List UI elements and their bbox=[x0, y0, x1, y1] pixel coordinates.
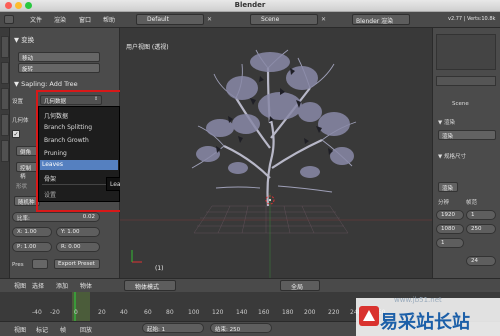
screen-layout-close-icon[interactable]: ✕ bbox=[205, 15, 214, 24]
preset-button[interactable]: 渲染 bbox=[438, 182, 458, 192]
tab-physics[interactable] bbox=[1, 140, 9, 162]
ratio-value: 0.02 bbox=[82, 214, 95, 220]
resolution-x-field[interactable]: 1920 bbox=[436, 210, 464, 220]
watermark-url: www.jb51.net bbox=[394, 296, 442, 304]
tick-label: 20 bbox=[98, 309, 106, 316]
tick-label: 140 bbox=[236, 309, 248, 316]
menu-view[interactable]: 视图 bbox=[14, 281, 26, 290]
mode-select[interactable]: 物体模式 bbox=[124, 280, 176, 291]
scale-x-field[interactable]: X: 1.00 bbox=[12, 227, 52, 237]
tick-label: -40 bbox=[32, 309, 42, 316]
frame-counter: (1) bbox=[155, 265, 164, 272]
tab-tools[interactable] bbox=[1, 36, 9, 58]
shape-label: 形状 bbox=[16, 184, 28, 190]
move-button[interactable]: 移动 bbox=[18, 52, 100, 62]
checkbox-icon[interactable]: ✓ bbox=[12, 130, 20, 138]
tick-label: 180 bbox=[282, 309, 294, 316]
menu-object[interactable]: 物体 bbox=[80, 281, 92, 290]
rotate-button[interactable]: 旋转 bbox=[18, 63, 100, 73]
tick-label: 220 bbox=[328, 309, 340, 316]
frame-start-field[interactable]: 1 bbox=[466, 210, 496, 220]
version-info: v2.77 | Verts:10.8k bbox=[448, 16, 496, 22]
menu-help[interactable]: 帮助 bbox=[103, 15, 115, 24]
screen-layout-field[interactable]: Default bbox=[136, 14, 204, 25]
watermark-logo-icon bbox=[359, 306, 379, 326]
ratio-field[interactable]: 比率: 0.02 bbox=[12, 212, 100, 222]
tick-label: 40 bbox=[120, 309, 128, 316]
menu-window[interactable]: 窗口 bbox=[79, 15, 91, 24]
resolution-y-field[interactable]: 1080 bbox=[436, 224, 464, 234]
scene-field[interactable]: Scene bbox=[250, 14, 318, 25]
start-label: 起始: bbox=[147, 327, 160, 333]
outliner[interactable] bbox=[436, 34, 496, 70]
render-button[interactable]: 渲染 bbox=[438, 130, 496, 140]
tick-label: -20 bbox=[50, 309, 60, 316]
tab-create[interactable] bbox=[1, 62, 9, 84]
scale-y-field[interactable]: Y: 1.00 bbox=[56, 227, 100, 237]
editor-type-icon[interactable] bbox=[4, 15, 14, 24]
menu-add[interactable]: 添加 bbox=[56, 281, 68, 290]
frame-end-field[interactable]: 250 bbox=[466, 224, 496, 234]
aspect-field[interactable]: 1 bbox=[436, 238, 464, 248]
transform-header[interactable]: ▼ 变换 bbox=[14, 34, 34, 44]
bevel-button[interactable]: 倒角 bbox=[16, 146, 38, 156]
tab-relations[interactable] bbox=[1, 88, 9, 110]
resolution-label: 分辨 bbox=[438, 200, 450, 206]
tick-label: 0 bbox=[74, 309, 78, 316]
tab-animation[interactable] bbox=[1, 114, 9, 136]
scene-label: Scene bbox=[452, 101, 469, 107]
menu-marker[interactable]: 标记 bbox=[36, 325, 48, 334]
end-label: 结束: bbox=[215, 327, 228, 333]
tick-label: 100 bbox=[188, 309, 200, 316]
fps-field[interactable]: 24 bbox=[466, 256, 496, 266]
watermark-brand: 易采站长站 bbox=[380, 312, 470, 333]
tree-mesh[interactable] bbox=[120, 28, 432, 278]
menu-playback[interactable]: 回放 bbox=[80, 325, 92, 334]
ratio-label: 比率: bbox=[17, 216, 30, 222]
menu-frame[interactable]: 帧 bbox=[60, 325, 66, 334]
render-engine-select[interactable]: Blender 渲染 bbox=[352, 14, 410, 25]
tick-label: 80 bbox=[166, 309, 174, 316]
tick-label: 120 bbox=[212, 309, 224, 316]
tick-label: 200 bbox=[304, 309, 316, 316]
orientation-select[interactable]: 全局 bbox=[280, 280, 320, 291]
render-header[interactable]: ▼ 渲染 bbox=[438, 118, 455, 126]
menu-file[interactable]: 文件 bbox=[30, 15, 42, 24]
export-preset-button[interactable]: Export Preset bbox=[54, 259, 100, 269]
tick-label: 60 bbox=[144, 309, 152, 316]
menu-timeline-view[interactable]: 视图 bbox=[14, 325, 26, 334]
handle-button[interactable]: 控制柄 bbox=[16, 162, 38, 180]
properties-tabs[interactable] bbox=[436, 76, 496, 86]
start-frame-field[interactable]: 起始: 1 bbox=[142, 323, 204, 333]
settings-label: 设置 bbox=[12, 99, 24, 105]
scale-r-field[interactable]: R: 0.00 bbox=[56, 242, 100, 252]
window-title: Blender bbox=[234, 1, 266, 9]
end-value: 250 bbox=[229, 327, 241, 333]
tick-label: 160 bbox=[258, 309, 270, 316]
menu-render[interactable]: 渲染 bbox=[54, 15, 66, 24]
sapling-header[interactable]: ▼ Sapling: Add Tree bbox=[14, 80, 78, 88]
viewport-header bbox=[0, 278, 500, 292]
pres-label: Pres bbox=[12, 262, 24, 268]
start-value: 1 bbox=[161, 327, 166, 333]
scale-p-field[interactable]: P: 1.00 bbox=[12, 242, 52, 252]
playhead[interactable] bbox=[74, 292, 76, 322]
preset-name-field[interactable] bbox=[32, 259, 48, 269]
scene-close-icon[interactable]: ✕ bbox=[319, 15, 328, 24]
menu-select[interactable]: 选择 bbox=[32, 281, 44, 290]
size-header[interactable]: ▼ 规格尺寸 bbox=[438, 152, 466, 160]
geometry-label: 几何体 bbox=[12, 118, 29, 124]
end-frame-field[interactable]: 结束: 250 bbox=[210, 323, 272, 333]
frame-range-label: 帧范 bbox=[466, 200, 478, 206]
